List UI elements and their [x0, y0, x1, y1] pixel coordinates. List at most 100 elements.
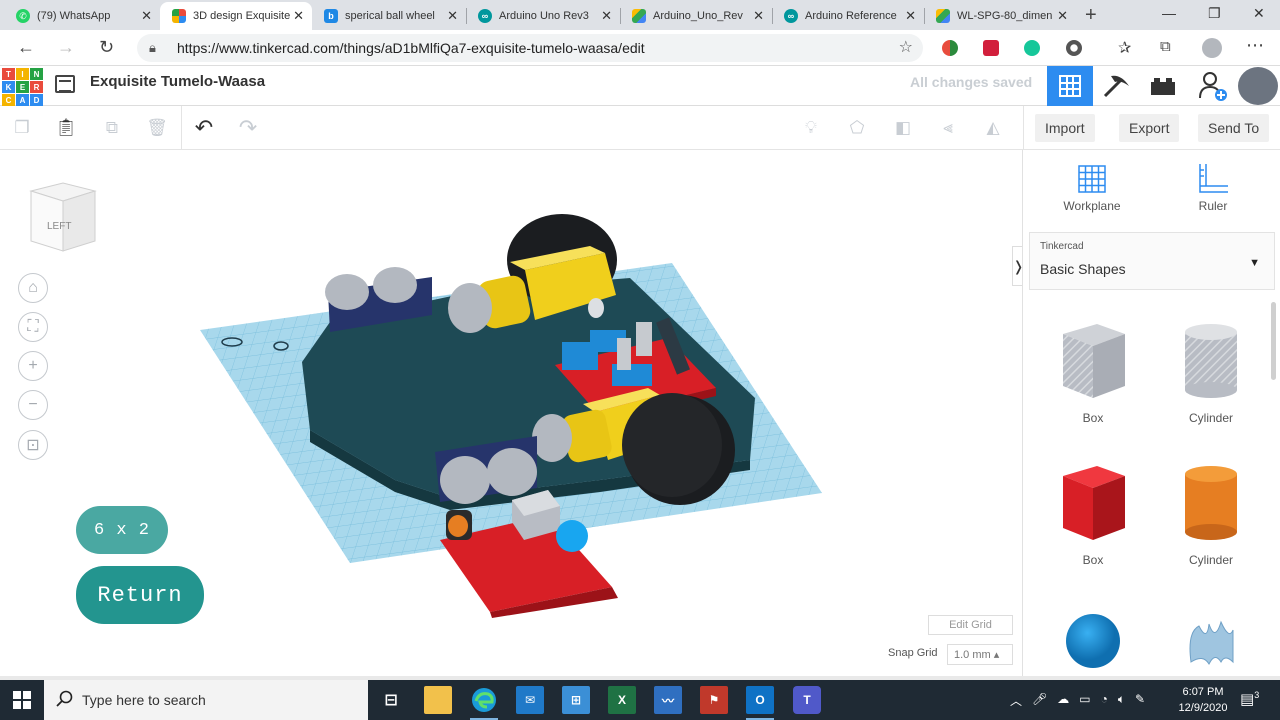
shape-cylinder-gray[interactable]: Cylinder — [1161, 320, 1261, 425]
3d-view-button[interactable] — [1047, 66, 1093, 106]
motor-back-end[interactable] — [448, 283, 492, 333]
battery-icon[interactable]: ▭ — [1079, 692, 1090, 709]
mirror-icon[interactable]: ◭ — [982, 117, 1004, 139]
close-icon[interactable]: ✕ — [141, 8, 152, 24]
task-view-icon[interactable]: ⊟ — [377, 686, 405, 714]
taskbar-search[interactable]: Type here to search — [44, 680, 368, 720]
undo-icon[interactable]: ↶ — [193, 115, 215, 140]
notification-icon[interactable]: ▤3 — [1240, 690, 1259, 708]
battery-cell[interactable] — [325, 274, 369, 310]
store-icon[interactable]: ⊞ — [562, 686, 590, 714]
url-field[interactable]: 🔒︎ https://www.tinkercad.com/things/aD1b… — [137, 34, 923, 62]
reload-icon[interactable]: ↻ — [99, 37, 114, 58]
ruler-toggle-icon[interactable]: ◧ — [892, 117, 914, 139]
minimize-button[interactable]: — — [1162, 5, 1176, 21]
capacitor[interactable] — [636, 322, 652, 356]
delete-icon[interactable]: 🗑︎ — [146, 117, 168, 139]
chevron-up-icon[interactable]: ︿ — [1010, 692, 1022, 709]
import-button[interactable]: Import — [1035, 114, 1095, 142]
shape-scribble[interactable] — [1161, 612, 1261, 675]
shape-box-gray[interactable]: Box — [1043, 320, 1143, 425]
cloud-icon[interactable]: ☁ — [1057, 692, 1069, 709]
wifi-icon[interactable]: ◔ — [1101, 692, 1108, 709]
tab-bing[interactable]: b sperical ball wheel ✕ — [312, 2, 466, 30]
new-tab-button[interactable]: + — [1085, 4, 1097, 27]
bookmark-star-icon[interactable]: ☆ — [899, 34, 913, 62]
shape-library-select[interactable]: Tinkercad Basic Shapes ▼ — [1029, 232, 1275, 290]
forward-arrow-icon[interactable]: → — [57, 37, 75, 58]
edit-grid-button[interactable]: Edit Grid — [928, 615, 1013, 635]
duplicate-icon[interactable]: ⧉ — [101, 117, 123, 139]
bricks-view-button[interactable] — [1140, 66, 1186, 106]
blocks-view-button[interactable] — [1093, 66, 1139, 106]
redo-icon[interactable]: ↷ — [237, 115, 259, 140]
share-button[interactable] — [1190, 66, 1236, 106]
extension-icon[interactable] — [942, 40, 958, 56]
excel-icon[interactable]: X — [608, 686, 636, 714]
note-icon[interactable]: ⬠ — [846, 117, 868, 139]
back-arrow-icon[interactable]: ← — [17, 37, 35, 58]
tab-arduino-uno[interactable]: ∞ Arduino Uno Rev3 ✕ — [466, 2, 620, 30]
workplane-tool[interactable]: Workplane — [1047, 162, 1137, 213]
edge-icon[interactable] — [470, 686, 498, 720]
design-menu-icon[interactable] — [55, 75, 75, 93]
tab-tinkercad[interactable]: 3D design Exquisite ✕ — [160, 2, 312, 30]
orange-cylinder[interactable] — [448, 515, 468, 537]
tab-whatsapp[interactable]: ✆ (79) WhatsApp ✕ — [4, 2, 160, 30]
volume-icon[interactable]: 🔈︎ — [1118, 692, 1125, 709]
tab-arduino-reference[interactable]: ∞ Arduino Reference ✕ — [772, 2, 924, 30]
close-icon[interactable]: ✕ — [293, 8, 304, 24]
panel-scrollbar[interactable] — [1271, 302, 1276, 380]
lightbulb-icon[interactable]: 💡︎ — [800, 117, 822, 139]
maximize-button[interactable]: ❐ — [1208, 5, 1221, 22]
window-close-button[interactable]: ✕ — [1253, 5, 1265, 22]
project-title[interactable]: Exquisite Tumelo-Waasa — [90, 73, 265, 90]
selection-handle[interactable] — [556, 520, 588, 552]
more-menu-icon[interactable]: ⋯ — [1246, 35, 1264, 56]
microphone-icon[interactable]: 🎤︎ — [1032, 692, 1047, 709]
snap-grid-select[interactable]: 1.0 mm ▴ — [947, 644, 1013, 665]
return-button[interactable]: Return — [76, 566, 204, 624]
profile-icon[interactable] — [1202, 38, 1222, 58]
tab-drive-arduino[interactable]: Arduino_Uno_Rev ✕ — [620, 2, 772, 30]
start-button[interactable] — [0, 680, 44, 720]
align-icon[interactable]: ⫷ — [937, 117, 959, 139]
teams-icon[interactable]: T — [793, 686, 821, 714]
search-icon — [56, 690, 73, 707]
extension-grammarly-icon[interactable] — [1024, 40, 1040, 56]
battery-cell[interactable] — [440, 456, 490, 504]
mail-icon[interactable]: ✉ — [516, 686, 544, 714]
paste-icon[interactable]: 📋︎ — [55, 117, 77, 139]
photos-icon[interactable]: 〰 — [654, 686, 682, 714]
toolbar-divider — [181, 106, 182, 150]
favorites-icon[interactable]: ✰ — [1118, 38, 1131, 58]
ruler-tool[interactable]: Ruler — [1168, 162, 1258, 213]
close-icon[interactable]: ✕ — [753, 8, 764, 24]
copy-icon[interactable]: ❐ — [11, 117, 33, 139]
shape-cylinder-orange[interactable]: Cylinder — [1161, 462, 1261, 567]
close-icon[interactable]: ✕ — [447, 8, 458, 24]
3d-workspace[interactable]: LEFT ⌂ ⛶ + − ⊡ 6 x 2 Return Edit Grid Sn… — [0, 150, 1022, 676]
capacitor[interactable] — [617, 338, 631, 370]
collections-icon[interactable]: ⧉ — [1160, 38, 1171, 55]
tab-drive-spg[interactable]: WL-SPG-80_dimen ✕ — [924, 2, 1076, 30]
app-icon[interactable]: ⚑ — [700, 686, 728, 714]
shape-sphere[interactable] — [1043, 612, 1143, 675]
tinkercad-logo[interactable]: T I N K E R C A D — [2, 68, 43, 106]
battery-cell[interactable] — [487, 448, 537, 496]
battery-cell[interactable] — [373, 267, 417, 303]
clock[interactable]: 6:07 PM 12/9/2020 — [1175, 684, 1231, 716]
shape-box-red[interactable]: Box — [1043, 462, 1143, 567]
close-icon[interactable]: ✕ — [905, 8, 916, 24]
outlook-icon[interactable]: O — [746, 686, 774, 720]
extension-circle-icon[interactable] — [1066, 40, 1082, 56]
pen-icon[interactable]: ✎ — [1135, 692, 1145, 709]
close-icon[interactable]: ✕ — [1057, 8, 1068, 24]
motor-front-end[interactable] — [532, 414, 572, 462]
avatar[interactable] — [1238, 67, 1278, 105]
file-explorer-icon[interactable] — [424, 686, 452, 714]
extension-r-icon[interactable] — [983, 40, 999, 56]
send-to-button[interactable]: Send To — [1198, 114, 1270, 142]
close-icon[interactable]: ✕ — [601, 8, 612, 24]
export-button[interactable]: Export — [1119, 114, 1180, 142]
